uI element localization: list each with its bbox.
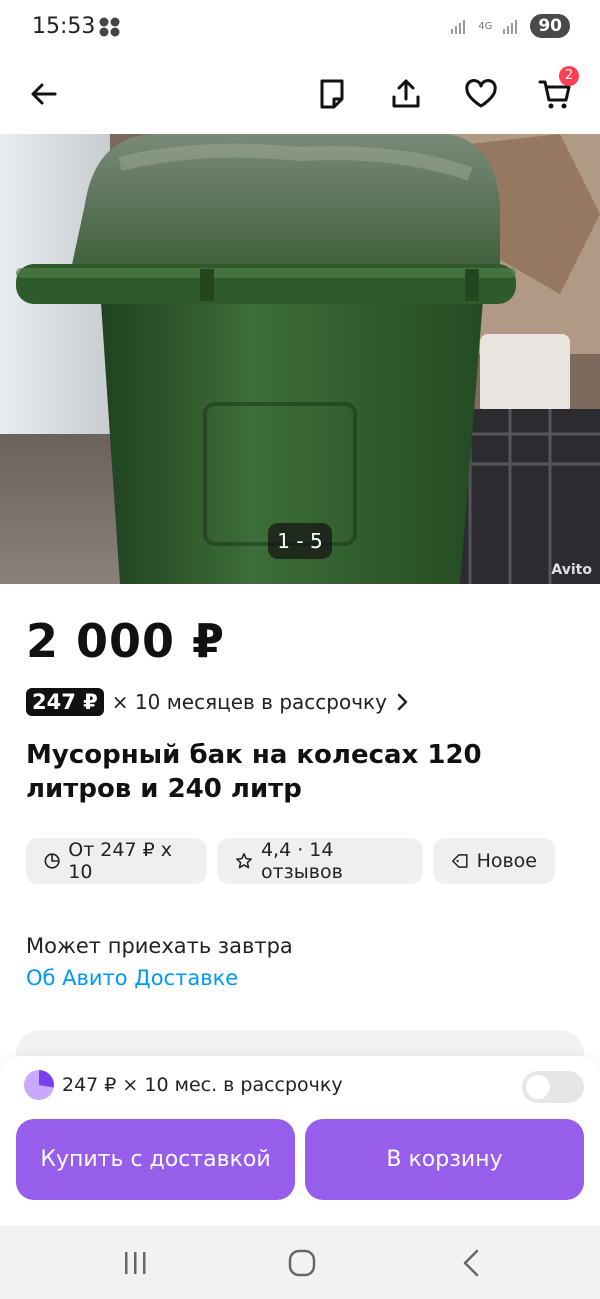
installment-text: × 10 месяцев в рассрочку bbox=[111, 690, 387, 714]
network-type: 4G bbox=[478, 20, 493, 32]
info-chips: От 247 ₽ х 10 4,4 · 14 отзывов Новое bbox=[26, 838, 555, 884]
listing-title: Мусорный бак на колесах 120 литров и 240… bbox=[26, 740, 482, 804]
chevron-right-icon bbox=[397, 693, 408, 711]
installment-amount-tag: 247 ₽ bbox=[26, 688, 104, 716]
buy-with-delivery-button[interactable]: Купить с доставкой bbox=[16, 1119, 295, 1200]
add-to-cart-button[interactable]: В корзину bbox=[305, 1119, 584, 1200]
price: 2 000 ₽ bbox=[26, 614, 226, 668]
photo-counter: 1 - 5 bbox=[268, 523, 332, 559]
chip-condition-label: Новое bbox=[476, 850, 537, 872]
delivery-estimate: Может приехать завтра bbox=[26, 934, 293, 958]
tag-icon bbox=[452, 854, 468, 868]
split-payment-toggle[interactable] bbox=[522, 1071, 584, 1103]
signal-icon bbox=[451, 20, 466, 34]
split-payment-icon bbox=[24, 1070, 54, 1100]
system-nav-bar bbox=[0, 1226, 600, 1299]
trash-bin-photo bbox=[0, 134, 600, 584]
share-button[interactable] bbox=[384, 72, 428, 116]
product-photo[interactable] bbox=[0, 134, 600, 584]
purchase-bottom-sheet: 247 ₽ × 10 мес. в рассрочку Купить с дос… bbox=[0, 1056, 600, 1226]
pie-clock-icon bbox=[44, 853, 60, 869]
star-icon bbox=[236, 853, 252, 869]
app-notification-icon bbox=[99, 17, 120, 37]
system-back-button[interactable] bbox=[459, 1248, 483, 1278]
cart-button[interactable]: 2 bbox=[533, 66, 579, 116]
recent-apps-button[interactable] bbox=[122, 1250, 148, 1276]
share-icon bbox=[392, 79, 420, 108]
heart-icon bbox=[465, 79, 497, 108]
status-indicators: 4G 90 bbox=[450, 14, 570, 38]
installment-link[interactable]: 247 ₽ × 10 месяцев в рассрочку bbox=[26, 688, 409, 716]
signal-icon-2 bbox=[503, 20, 518, 34]
delivery-info-link[interactable]: Об Авито Доставке bbox=[26, 966, 238, 990]
toggle-knob bbox=[526, 1075, 550, 1099]
chip-condition[interactable]: Новое bbox=[433, 838, 555, 884]
chip-rating-label: 4,4 · 14 отзывов bbox=[260, 839, 343, 883]
chip-installment-label: От 247 ₽ х 10 bbox=[68, 839, 172, 883]
favorite-button[interactable] bbox=[459, 72, 503, 116]
avito-watermark: Avito bbox=[551, 562, 592, 578]
split-payment-text: 247 ₽ × 10 мес. в рассрочку bbox=[62, 1074, 343, 1096]
back-button[interactable] bbox=[22, 72, 66, 116]
battery-indicator: 90 bbox=[530, 14, 570, 38]
arrow-left-icon bbox=[31, 83, 57, 105]
cart-count-badge: 2 bbox=[559, 66, 579, 86]
notes-button[interactable] bbox=[310, 72, 354, 116]
status-bar: 15:53 4G 90 bbox=[0, 0, 600, 56]
chip-rating[interactable]: 4,4 · 14 отзывов bbox=[217, 838, 423, 884]
split-payment-row: 247 ₽ × 10 мес. в рассрочку bbox=[24, 1070, 343, 1100]
note-icon bbox=[320, 79, 344, 109]
app-bar: 2 bbox=[0, 56, 600, 134]
status-time: 15:53 bbox=[32, 14, 96, 39]
home-button[interactable] bbox=[287, 1248, 317, 1278]
chip-installment[interactable]: От 247 ₽ х 10 bbox=[26, 838, 207, 884]
